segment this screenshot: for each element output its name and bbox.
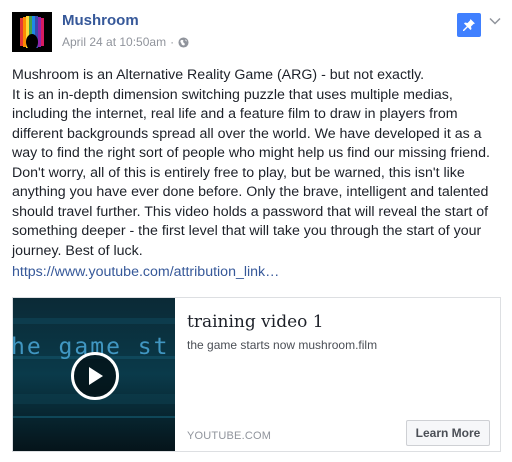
link-preview-card[interactable]: he game st training video 1 the game sta… — [12, 297, 501, 452]
globe-icon[interactable] — [178, 36, 189, 48]
post-timestamp[interactable]: April 24 at 10:50am — [62, 35, 166, 49]
post-meta: April 24 at 10:50am · — [62, 35, 189, 49]
card-domain: YOUTUBE.COM — [187, 430, 272, 442]
video-thumbnail[interactable]: he game st — [13, 298, 175, 451]
chevron-down-icon[interactable] — [488, 14, 502, 28]
post-link[interactable]: https://www.youtube.com/attribution_link… — [12, 264, 279, 280]
facebook-post: Mushroom April 24 at 10:50am · Mushroom … — [0, 0, 512, 462]
post-body-line: It is an in-depth dimension switching pu… — [12, 86, 490, 259]
pin-icon[interactable] — [457, 13, 481, 37]
meta-separator: · — [170, 35, 175, 49]
card-description: the game starts now mushroom.film — [187, 338, 378, 352]
learn-more-button[interactable]: Learn More — [406, 420, 490, 446]
post-body: Mushroom is an Alternative Reality Game … — [12, 66, 502, 261]
avatar[interactable] — [12, 12, 52, 52]
card-title[interactable]: training video 1 — [187, 312, 324, 332]
post-body-line: Mushroom is an Alternative Reality Game … — [12, 67, 425, 83]
play-icon[interactable] — [71, 352, 119, 400]
post-author[interactable]: Mushroom — [62, 12, 139, 29]
